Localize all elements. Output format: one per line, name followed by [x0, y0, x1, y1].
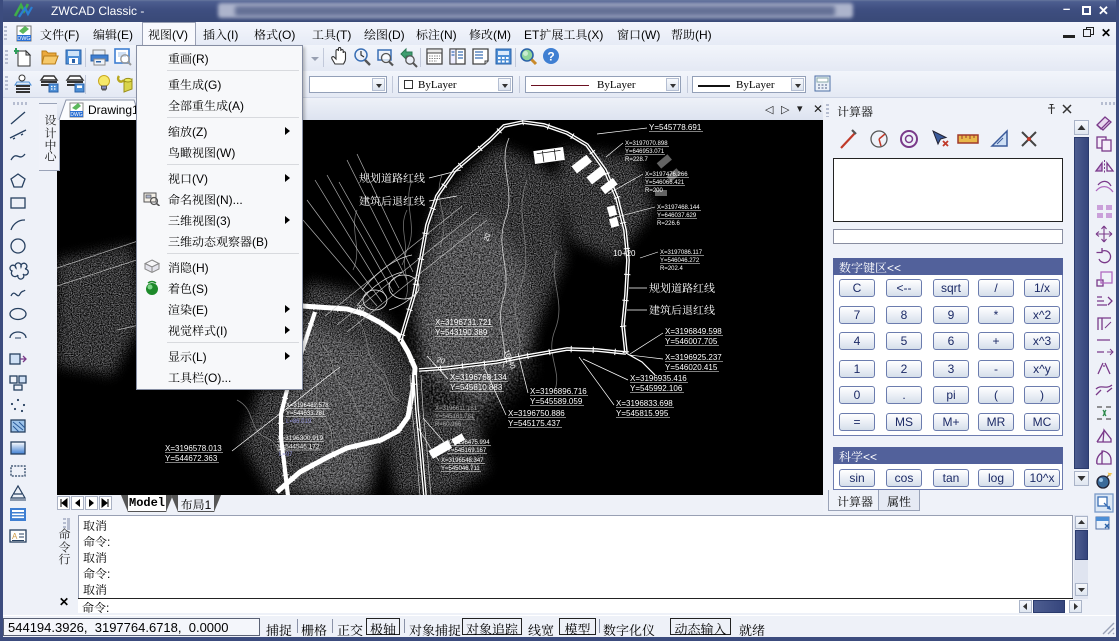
svg-text:Y=546046.272: Y=546046.272 — [660, 258, 700, 264]
svg-text:X=3196611.181: X=3196611.181 — [435, 406, 478, 412]
svg-text:Y=544545.172: Y=544545.172 — [277, 444, 320, 451]
svg-text:L=86.019: L=86.019 — [286, 419, 312, 425]
svg-text:X=3197086.117: X=3197086.117 — [660, 250, 703, 256]
svg-text:X=3196768.134: X=3196768.134 — [450, 373, 507, 382]
svg-text:X=3196731.721: X=3196731.721 — [435, 318, 492, 327]
svg-text:X=3196750.886: X=3196750.886 — [508, 409, 565, 418]
svg-text:R=200: R=200 — [645, 188, 664, 194]
svg-text:10+20: 10+20 — [613, 249, 636, 258]
svg-text:Y=545992.106: Y=545992.106 — [630, 384, 683, 393]
svg-text:A: A — [12, 532, 18, 541]
svg-text:建筑后退红线: 建筑后退红线 — [359, 195, 425, 208]
svg-text:X=3196548.347: X=3196548.347 — [441, 458, 484, 464]
svg-text:Y=545175.437: Y=545175.437 — [508, 419, 561, 428]
svg-text:Y=543190.389: Y=543190.389 — [435, 328, 488, 337]
svg-text:X=3197468.144: X=3197468.144 — [657, 205, 700, 211]
svg-text:X=3196462.578: X=3196462.578 — [286, 403, 329, 409]
svg-text:X=3196300.919: X=3196300.919 — [277, 435, 323, 442]
svg-text:R=202.4: R=202.4 — [660, 266, 684, 272]
svg-text:Y=545046.711: Y=545046.711 — [441, 466, 480, 472]
svg-text:规划道路红线: 规划道路红线 — [649, 282, 715, 295]
svg-text:?: ? — [547, 50, 554, 64]
svg-text:Y=646953.071: Y=646953.071 — [625, 149, 665, 155]
svg-text:X=3196475.994: X=3196475.994 — [447, 440, 490, 446]
svg-text:R=226.6: R=226.6 — [657, 221, 681, 227]
svg-text:Y=646037.629: Y=646037.629 — [657, 213, 697, 219]
svg-text:X=3196896.716: X=3196896.716 — [530, 387, 587, 396]
svg-text:X=3196935.416: X=3196935.416 — [630, 374, 687, 383]
svg-text:L=97: L=97 — [279, 452, 293, 458]
svg-text:规划道路红线: 规划道路红线 — [359, 172, 425, 185]
svg-text:Y=545778.691: Y=545778.691 — [649, 123, 702, 132]
svg-text:DWG: DWG — [70, 112, 82, 118]
svg-text:Y=544633.281: Y=544633.281 — [286, 411, 326, 417]
svg-text:Y=545161.781: Y=545161.781 — [435, 414, 475, 420]
svg-text:X=3197476.266: X=3197476.266 — [645, 172, 688, 178]
svg-text:X=3196925.237: X=3196925.237 — [665, 353, 722, 362]
svg-text:X=3196578.013: X=3196578.013 — [165, 444, 222, 453]
svg-text:Y=546007.705: Y=546007.705 — [665, 337, 718, 346]
svg-text:R=228.7: R=228.7 — [625, 157, 649, 163]
svg-text:X=3196849.598: X=3196849.598 — [665, 327, 722, 336]
svg-text:Y=546020.415: Y=546020.415 — [665, 363, 718, 372]
svg-text:建筑后退红线: 建筑后退红线 — [649, 304, 715, 317]
svg-text:R=60.966: R=60.966 — [435, 422, 462, 428]
svg-text:Y=545815.995: Y=545815.995 — [616, 409, 669, 418]
svg-text:Y=544672.363: Y=544672.363 — [165, 454, 218, 463]
svg-text:X=3196833.698: X=3196833.698 — [616, 399, 673, 408]
svg-text:Y=546066.421: Y=546066.421 — [645, 180, 685, 186]
svg-text:X=3197070.898: X=3197070.898 — [625, 141, 668, 147]
svg-text:Y=545589.059: Y=545589.059 — [530, 397, 583, 406]
svg-text:Y=545169.167: Y=545169.167 — [447, 448, 487, 454]
svg-text:DWG: DWG — [17, 36, 30, 42]
